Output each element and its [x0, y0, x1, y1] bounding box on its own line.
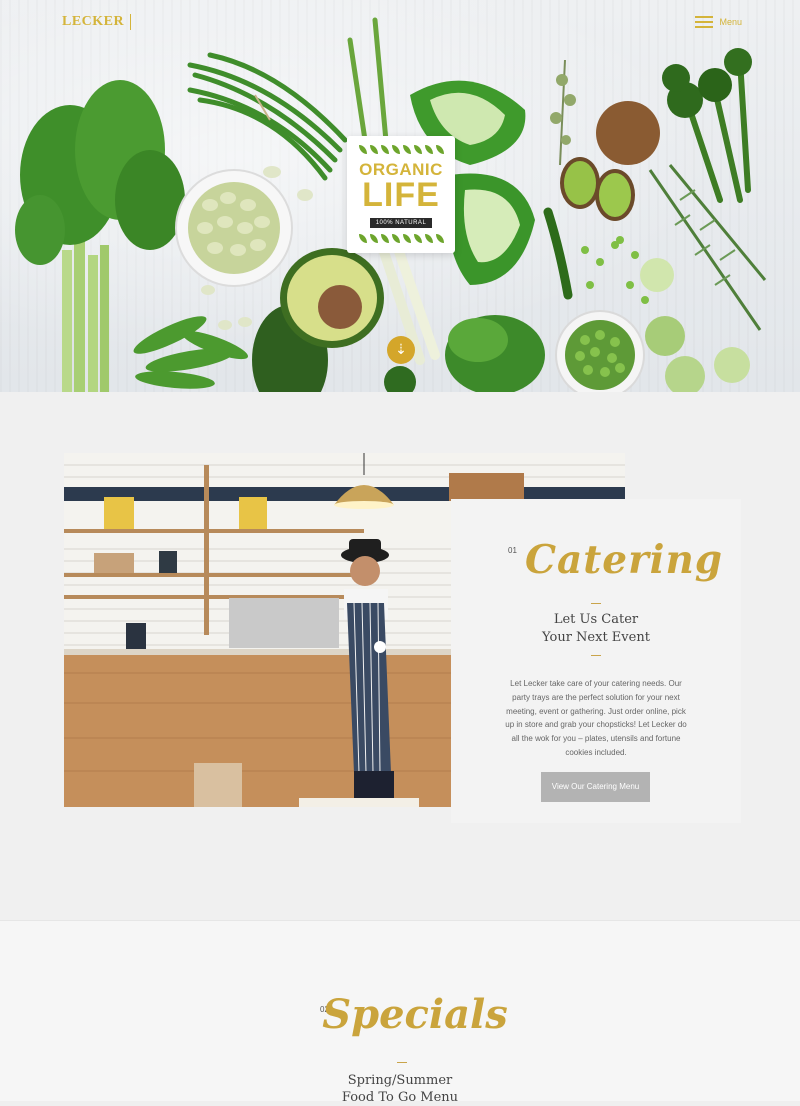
loose-peas-illustration [581, 236, 649, 304]
badge-ribbon: 100% NATURAL [369, 218, 433, 228]
brand-logo[interactable]: LECKER [62, 14, 132, 30]
specials-section: 02 Specials Spring/Summer Food To Go Men… [0, 920, 800, 1105]
catering-section: 01 Catering Let Us Cater Your Next Event… [0, 392, 800, 920]
subtitle-line-1: Spring/Summer [347, 1073, 453, 1088]
catering-title: Catering [524, 537, 724, 583]
brussels-sprouts-illustration [640, 258, 750, 392]
hero-section: LECKER Menu ORGANIC LIFE 100% NATURAL ⇣ [0, 0, 800, 392]
leaf-row-bottom-icon [347, 234, 455, 246]
broccolini-illustration [662, 48, 752, 203]
bean-bowl-illustration [175, 169, 293, 287]
menu-label: Menu [719, 17, 742, 27]
specials-subtitle: Spring/Summer Food To Go Menu [0, 1072, 800, 1106]
hamburger-icon [695, 16, 714, 28]
chevron-double-down-icon: ⇣ [395, 341, 407, 357]
catering-description: Let Lecker take care of your catering ne… [505, 679, 687, 757]
subtitle-line-2: Food To Go Menu [341, 1090, 459, 1105]
catering-subtitle: Let Us Cater Your Next Event [451, 611, 741, 647]
kiwi-illustration [560, 101, 660, 221]
peas-bowl-illustration [555, 310, 645, 392]
organic-life-badge: ORGANIC LIFE 100% NATURAL [347, 136, 455, 253]
lettuce-illustration [445, 315, 545, 392]
view-catering-menu-button[interactable]: View Our Catering Menu [541, 772, 650, 802]
subtitle-line-2: Your Next Event [542, 630, 650, 645]
subtitle-line-1: Let Us Cater [553, 612, 639, 627]
menu-toggle-button[interactable]: Menu [695, 16, 742, 28]
top-navbar: LECKER Menu [0, 0, 800, 48]
leaf-row-top-icon [347, 145, 455, 157]
chili-illustration [543, 207, 573, 300]
divider [397, 1062, 407, 1063]
divider [591, 603, 601, 604]
badge-line-life: LIFE [362, 176, 440, 214]
pea-pods-illustration [133, 316, 249, 389]
divider [591, 655, 601, 656]
catering-card: 01 Catering Let Us Cater Your Next Event… [451, 499, 741, 823]
specials-title: Specials [322, 991, 508, 1038]
scroll-down-button[interactable]: ⇣ [387, 336, 415, 364]
